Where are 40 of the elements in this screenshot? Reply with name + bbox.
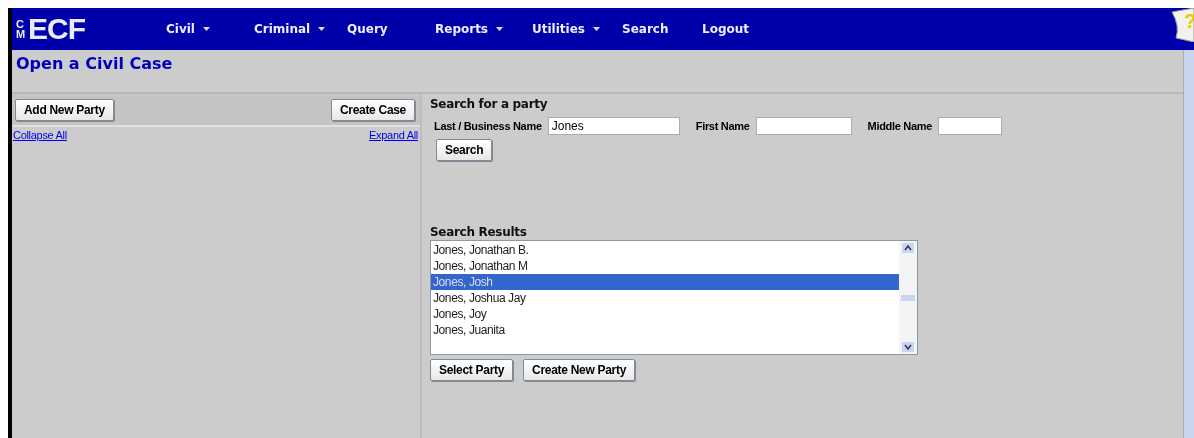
search-button[interactable]: Search <box>436 139 493 161</box>
caret-icon <box>592 27 600 31</box>
field-label: Last / Business Name <box>434 120 542 132</box>
logo-text: ECF <box>28 12 85 46</box>
add-party-button[interactable]: Add New Party <box>15 99 114 121</box>
list-option[interactable]: Jones, Josh <box>431 274 899 290</box>
results-list[interactable]: Jones, Jonathan B. Jones, Jonathan M Jones, Josh Jones, Joshua Jay Jones, Joy Jones, Juanita <box>430 240 918 355</box>
select-party-button[interactable]: Select Party <box>430 359 514 381</box>
menu-item[interactable]: Search <box>622 22 669 36</box>
menu-item[interactable]: Reports <box>435 22 488 36</box>
field-label: First Name <box>695 120 750 132</box>
caret-icon <box>496 27 503 31</box>
list-option[interactable]: Jones, Joshua Jay <box>431 290 899 306</box>
list-option[interactable]: Jones, Jonathan M <box>431 258 899 274</box>
input-field[interactable]: Jones <box>547 117 680 135</box>
list-option[interactable]: Jones, Joy <box>431 306 899 322</box>
menu-item[interactable]: Civil <box>166 22 195 36</box>
link[interactable]: Collapse All <box>13 129 67 141</box>
caret-icon <box>318 27 326 31</box>
page-scrollbar[interactable] <box>1183 50 1194 438</box>
menu-item[interactable]: Logout <box>702 22 749 36</box>
input-field[interactable] <box>755 117 852 135</box>
input-field[interactable] <box>938 117 1003 135</box>
scroll-thumb[interactable] <box>901 294 915 301</box>
section-heading: Search Results <box>430 225 528 239</box>
create-case-button[interactable]: Create Case <box>330 99 415 121</box>
list-option[interactable]: Jones, Juanita <box>431 322 899 338</box>
scroll-down-icon[interactable] <box>902 342 914 352</box>
section-heading: Search for a party <box>430 97 549 111</box>
scroll-up-icon[interactable] <box>902 243 914 253</box>
field-label: Middle Name <box>867 120 933 132</box>
menu-item[interactable]: Query <box>347 22 388 36</box>
scrollbar[interactable] <box>899 241 917 354</box>
logo-text: CM <box>16 18 27 40</box>
create-party-button[interactable]: Create New Party <box>523 359 636 381</box>
caret-icon <box>202 27 210 31</box>
menu-item[interactable]: Criminal <box>254 22 311 36</box>
link[interactable]: Expand All <box>369 129 418 141</box>
menu-item[interactable]: Utilities <box>532 22 585 36</box>
list-option[interactable]: Jones, Jonathan B. <box>431 242 899 258</box>
